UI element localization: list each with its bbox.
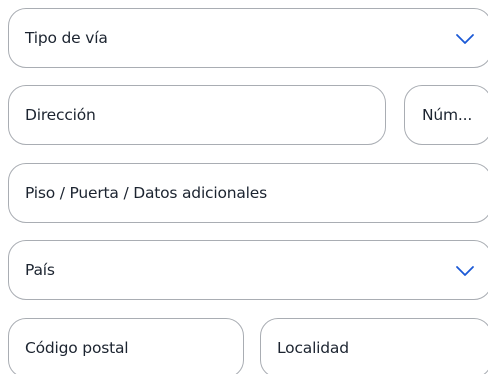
additional-address-field[interactable]: Piso / Puerta / Datos adicionales [8,163,488,223]
chevron-down-icon [456,34,474,44]
street-number-label: Núm... [422,106,473,124]
street-type-label: Tipo de vía [25,29,108,47]
postal-code-label: Código postal [25,339,129,357]
additional-address-label: Piso / Puerta / Datos adicionales [25,184,267,202]
address-label: Dirección [25,106,96,124]
locality-field[interactable]: Localidad [260,318,488,374]
postal-code-field[interactable]: Código postal [8,318,244,374]
address-field[interactable]: Dirección [8,85,386,145]
chevron-down-icon [456,266,474,276]
locality-label: Localidad [277,339,349,357]
street-number-field[interactable]: Núm... [404,85,488,145]
country-label: País [25,261,55,279]
street-type-select[interactable]: Tipo de vía [8,8,488,68]
country-select[interactable]: País [8,240,488,300]
